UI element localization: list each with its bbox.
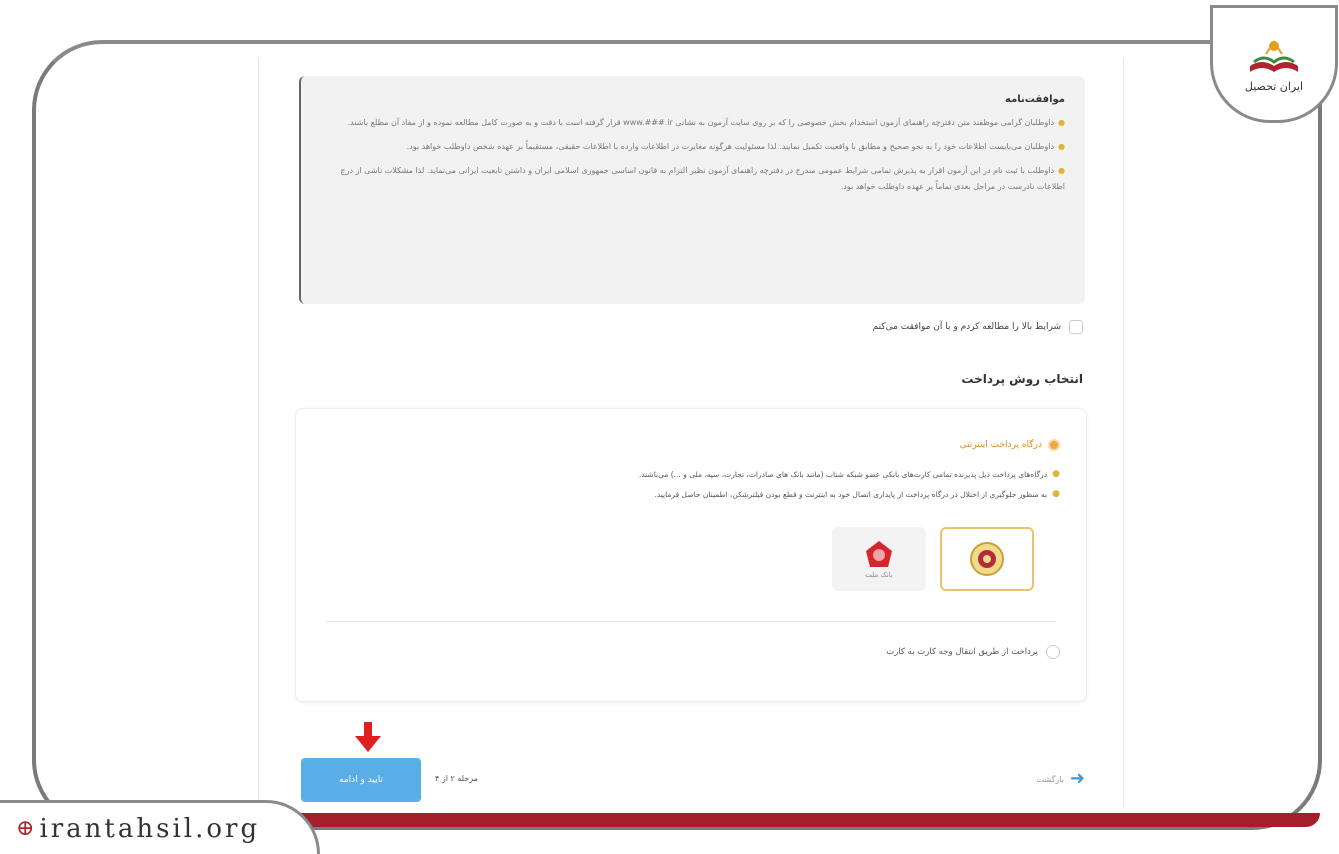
bullet-icon: ● — [1052, 489, 1060, 499]
payment-method-heading: انتخاب روش پرداخت — [961, 372, 1083, 386]
bank-mellat-logo-icon — [866, 541, 892, 567]
bullet-icon: ● — [1058, 142, 1065, 151]
brand-logo-badge: ایران تحصیل — [1210, 5, 1338, 123]
online-gateway-radio[interactable] — [1048, 439, 1060, 451]
bank-melli-logo-icon — [970, 542, 1004, 576]
card-transfer-option[interactable]: پرداخت از طریق انتقال وجه کارت به کارت — [886, 645, 1060, 659]
back-link[interactable]: ➜ بازگشت — [1037, 770, 1085, 788]
bank-melli-option[interactable] — [940, 527, 1034, 591]
options-divider — [326, 621, 1056, 622]
payment-note: ● به منظور جلوگیری از اختلال در درگاه پر… — [654, 489, 1060, 499]
bullet-icon: ● — [1052, 469, 1060, 479]
brand-logo-text: ایران تحصیل — [1244, 79, 1304, 93]
agreement-item: ●داوطلب با ثبت نام در این آزمون اقرار به… — [340, 166, 1065, 191]
bullet-icon: ● — [1058, 166, 1065, 175]
bank-mellat-option[interactable]: بانک ملت — [832, 527, 926, 591]
card-transfer-label: پرداخت از طریق انتقال وجه کارت به کارت — [886, 647, 1038, 657]
arrow-right-icon: ➜ — [1069, 768, 1085, 789]
accept-terms-checkbox[interactable] — [1069, 320, 1083, 334]
payment-note: ● درگاه‌های پرداخت ذیل پذیرنده تمامی کار… — [638, 469, 1060, 479]
confirm-continue-button[interactable]: تایید و ادامه — [301, 758, 421, 802]
bank-mellat-label: بانک ملت — [865, 571, 893, 579]
decorative-red-band — [290, 813, 1320, 827]
registration-page: موافقت‌نامه ●داوطلبان گرامی موظفند متن د… — [258, 58, 1124, 808]
online-gateway-label: درگاه پرداخت اینترنتی — [959, 440, 1042, 450]
globe-icon: ⊕ — [16, 816, 38, 841]
payment-options-box: درگاه پرداخت اینترنتی ● درگاه‌های پرداخت… — [295, 408, 1087, 702]
accept-terms-label: شرایط بالا را مطالعه کردم و با آن موافقت… — [872, 322, 1061, 332]
watermark-text: irantahsil.org — [39, 813, 261, 844]
agreement-box: موافقت‌نامه ●داوطلبان گرامی موظفند متن د… — [299, 76, 1085, 304]
step-indicator: مرحله ۲ از ۴ — [435, 774, 478, 783]
back-label: بازگشت — [1036, 774, 1064, 784]
book-logo-icon — [1250, 39, 1298, 72]
agreement-title: موافقت‌نامه — [1005, 94, 1065, 105]
agreement-item: ●داوطلبان می‌بایست اطلاعات خود را به نحو… — [406, 142, 1065, 151]
accept-terms-row[interactable]: شرایط بالا را مطالعه کردم و با آن موافقت… — [873, 320, 1083, 334]
site-watermark: ⊕ irantahsil.org — [0, 800, 320, 854]
online-gateway-option[interactable]: درگاه پرداخت اینترنتی — [960, 439, 1060, 451]
bullet-icon: ● — [1058, 118, 1065, 127]
agreement-item: ●داوطلبان گرامی موظفند متن دفترچه راهنما… — [347, 118, 1065, 127]
card-transfer-radio[interactable] — [1046, 645, 1060, 659]
red-down-arrow-icon — [355, 722, 381, 752]
